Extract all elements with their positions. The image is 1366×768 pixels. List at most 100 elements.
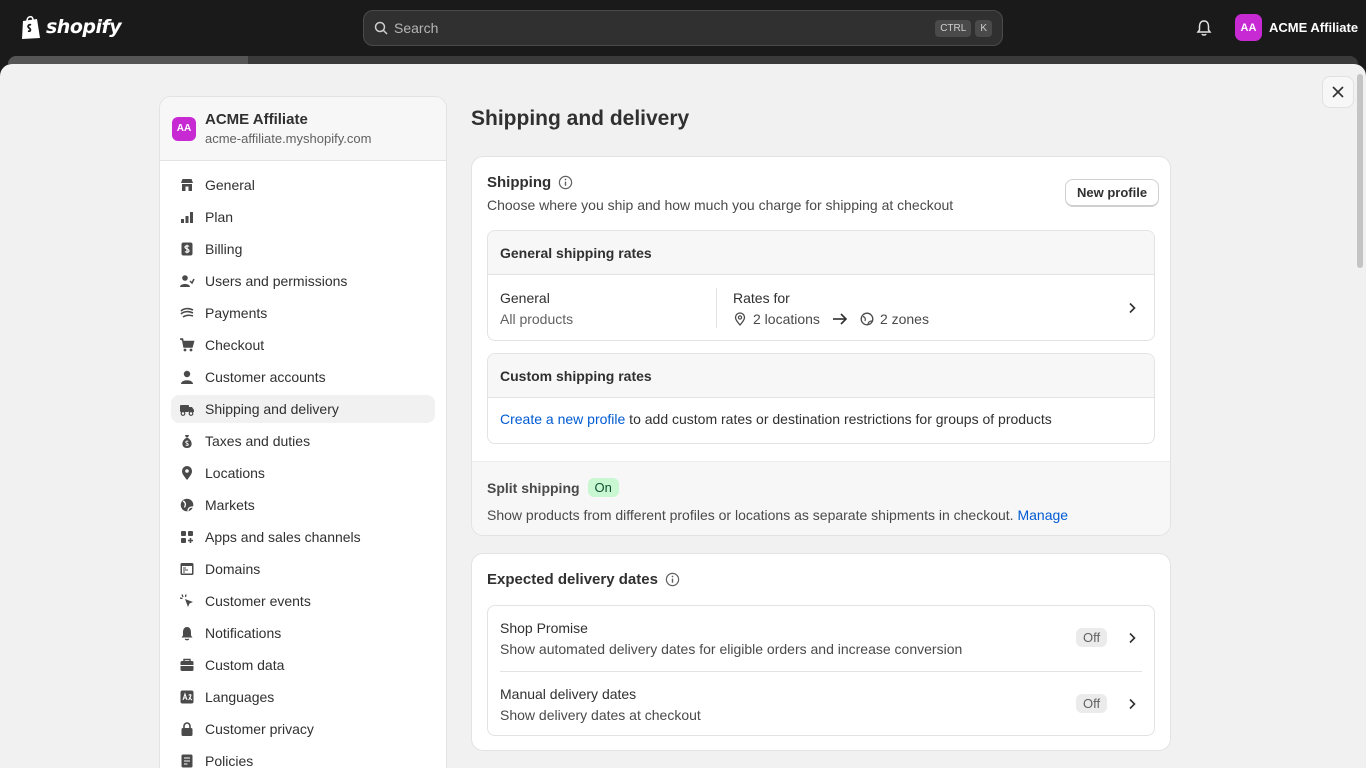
store-header[interactable]: AA ACME Affiliate acme-affiliate.myshopi…: [160, 97, 446, 161]
sidebar-item-languages[interactable]: Languages: [171, 683, 435, 711]
sidebar-item-custom-data[interactable]: Custom data: [171, 651, 435, 679]
top-bar: shopify CTRL K AA ACME Affiliate: [0, 0, 1366, 56]
sidebar-item-checkout[interactable]: Checkout: [171, 331, 435, 359]
sidebar-item-taxes-and-duties[interactable]: Taxes and duties: [171, 427, 435, 455]
chevron-right-icon: [1129, 632, 1136, 644]
sidebar-item-label: Taxes and duties: [205, 433, 311, 449]
domains-icon: [180, 563, 194, 575]
sidebar-item-notifications[interactable]: Notifications: [171, 619, 435, 647]
sidebar-item-domains[interactable]: Domains: [171, 555, 435, 583]
arrow-right-icon: [832, 313, 848, 325]
sidebar-item-policies[interactable]: Policies: [171, 747, 435, 768]
sidebar-item-label: Payments: [205, 305, 268, 321]
scrollbar-thumb[interactable]: [1357, 74, 1363, 268]
globe-icon: [860, 312, 874, 326]
sidebar-item-label: Billing: [205, 241, 243, 257]
general-profile-row[interactable]: General All products Rates for 2 locatio…: [488, 275, 1154, 340]
sidebar-item-label: Customer privacy: [205, 721, 314, 737]
account-avatar: AA: [1235, 14, 1262, 41]
sidebar-item-general[interactable]: General: [171, 171, 435, 199]
location-pin-icon: [182, 466, 192, 480]
shipping-card: Shipping Choose where you ship and how m…: [471, 156, 1171, 536]
person-icon: [181, 370, 193, 384]
status-badge: Off: [1076, 694, 1108, 713]
create-profile-text: to add custom rates or destination restr…: [625, 411, 1052, 427]
close-button[interactable]: [1322, 76, 1354, 108]
sidebar-item-billing[interactable]: Billing: [171, 235, 435, 263]
create-profile-link[interactable]: Create a new profile: [500, 411, 625, 427]
sidebar-item-label: Markets: [205, 497, 255, 513]
locations-count: 2 locations: [753, 311, 820, 327]
translate-icon: [180, 690, 194, 704]
delivery-option-row[interactable]: Shop Promise Show automated delivery date…: [500, 606, 1142, 671]
billing-dollar-icon: [181, 242, 193, 256]
info-icon[interactable]: [665, 572, 680, 587]
lock-icon: [181, 722, 193, 736]
manage-link[interactable]: Manage: [1017, 507, 1068, 523]
sidebar-item-label: Custom data: [205, 657, 285, 673]
globe-icon: [180, 498, 194, 512]
users-icon: [180, 275, 195, 287]
search-icon: [374, 21, 388, 35]
info-icon[interactable]: [558, 175, 573, 190]
sidebar-item-shipping-and-delivery[interactable]: Shipping and delivery: [171, 395, 435, 423]
sidebar-item-markets[interactable]: Markets: [171, 491, 435, 519]
new-profile-button[interactable]: New profile: [1065, 179, 1160, 207]
plan-chart-icon: [181, 212, 193, 223]
sidebar-item-label: Notifications: [205, 625, 282, 641]
settings-sidebar: AA ACME Affiliate acme-affiliate.myshopi…: [159, 96, 447, 768]
sidebar-item-label: Locations: [205, 465, 265, 481]
custom-data-icon: [180, 658, 194, 671]
search-input[interactable]: [394, 20, 932, 36]
sidebar-item-plan[interactable]: Plan: [171, 203, 435, 231]
apps-grid-icon: [181, 531, 193, 543]
sidebar-item-apps-and-sales-channels[interactable]: Apps and sales channels: [171, 523, 435, 551]
delivery-option-description: Show delivery dates at checkout: [500, 707, 701, 723]
policies-icon: [181, 754, 193, 768]
split-shipping-status-badge: On: [587, 478, 619, 497]
general-rates-title: General shipping rates: [488, 231, 1154, 275]
scrollbar[interactable]: [1354, 64, 1366, 768]
store-name: ACME Affiliate: [205, 111, 308, 128]
sidebar-item-label: Languages: [205, 689, 275, 705]
delivery-options-list: Shop Promise Show automated delivery date…: [487, 605, 1155, 736]
notifications-bell-icon[interactable]: [1194, 18, 1214, 38]
sidebar-item-customer-accounts[interactable]: Customer accounts: [171, 363, 435, 391]
sidebar-item-label: General: [205, 177, 255, 193]
sidebar-item-customer-privacy[interactable]: Customer privacy: [171, 715, 435, 743]
delivery-dates-card: Expected delivery dates Shop Promise Show…: [471, 553, 1171, 751]
shortcut-ctrl: CTRL: [935, 19, 972, 37]
chevron-right-icon: [1129, 698, 1136, 710]
delivery-option-title: Shop Promise: [500, 620, 588, 636]
shipping-description: Choose where you ship and how much you c…: [487, 197, 954, 213]
brand-wordmark: shopify: [46, 16, 122, 38]
delivery-option-title: Manual delivery dates: [500, 686, 637, 702]
general-profile-label: General: [500, 290, 550, 306]
store-avatar: AA: [172, 116, 196, 141]
payments-icon: [180, 307, 194, 318]
shopify-bag-icon: [22, 15, 40, 39]
delivery-option-row[interactable]: Manual delivery dates Show delivery dates…: [500, 671, 1142, 735]
split-shipping-title: Split shipping: [487, 479, 580, 496]
sidebar-item-locations[interactable]: Locations: [171, 459, 435, 487]
status-badge: Off: [1076, 628, 1108, 647]
settings-modal: AA ACME Affiliate acme-affiliate.myshopi…: [0, 64, 1366, 768]
sidebar-item-label: Policies: [205, 753, 254, 768]
sidebar-item-label: Customer accounts: [205, 369, 326, 385]
split-shipping-section: Split shipping On Show products from dif…: [472, 461, 1170, 535]
zones-count: 2 zones: [879, 311, 929, 327]
sidebar-item-payments[interactable]: Payments: [171, 299, 435, 327]
delivery-option-description: Show automated delivery dates for eligib…: [500, 641, 963, 657]
tax-bag-icon: [182, 435, 192, 448]
chevron-right-icon: [1129, 302, 1136, 314]
sidebar-item-customer-events[interactable]: Customer events: [171, 587, 435, 615]
page-title: Shipping and delivery: [471, 107, 690, 130]
search-bar[interactable]: CTRL K: [363, 10, 1003, 46]
custom-shipping-rates: Custom shipping rates Create a new profi…: [487, 353, 1155, 444]
shortcut-k: K: [975, 19, 992, 37]
account-menu[interactable]: AA ACME Affiliate: [1235, 14, 1358, 41]
sidebar-item-users-and-permissions[interactable]: Users and permissions: [171, 267, 435, 295]
location-pin-icon: [734, 312, 746, 326]
shopify-logo[interactable]: shopify: [20, 14, 122, 40]
general-shipping-rates: General shipping rates General All produ…: [487, 230, 1155, 341]
